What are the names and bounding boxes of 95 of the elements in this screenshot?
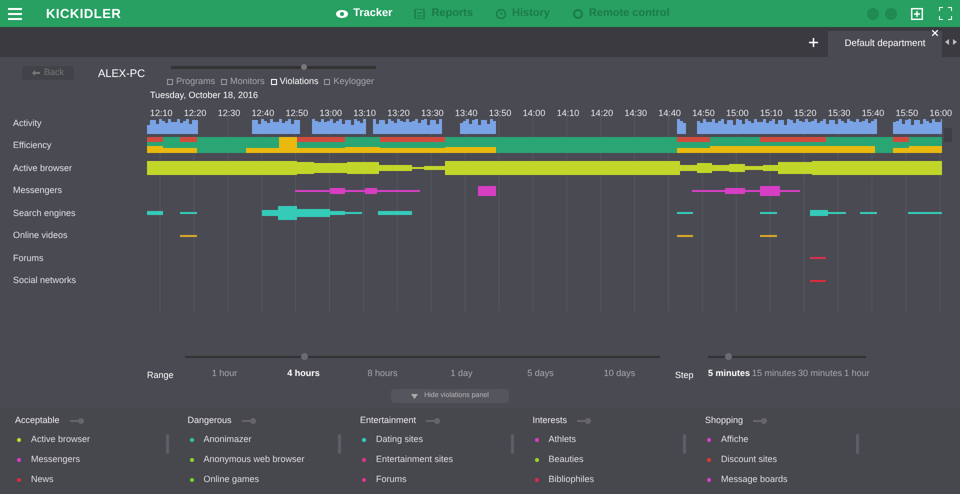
date-label: Tuesday, October 18, 2016 bbox=[150, 90, 260, 100]
time-label: 15:20 bbox=[794, 108, 816, 118]
time-label: 12:50 bbox=[286, 108, 308, 118]
range-label: Range bbox=[147, 370, 174, 380]
view-tab[interactable]: Programs bbox=[167, 75, 216, 88]
time-label: 12:20 bbox=[184, 108, 206, 118]
category-title: Shopping bbox=[705, 414, 744, 428]
step-option[interactable]: 5 minutes bbox=[708, 367, 750, 380]
left-arrow-icon bbox=[32, 70, 40, 76]
time-label: 13:10 bbox=[353, 108, 376, 118]
close-icon bbox=[932, 30, 938, 36]
time-label: 12:40 bbox=[252, 108, 274, 118]
row-label: Forums bbox=[13, 252, 44, 264]
computer-name: ALEX-PC bbox=[98, 67, 146, 82]
row-label: Activity bbox=[13, 116, 42, 130]
time-label: 14:50 bbox=[692, 108, 715, 118]
category-title: Interests bbox=[532, 414, 568, 428]
category-item[interactable]: News bbox=[31, 473, 54, 487]
add-icon bbox=[911, 8, 923, 20]
time-label: 15:00 bbox=[726, 108, 749, 118]
view-icon bbox=[324, 78, 330, 85]
ring-icon bbox=[572, 8, 584, 18]
view-tab[interactable]: Monitors bbox=[221, 75, 265, 88]
menu-button[interactable] bbox=[8, 6, 24, 20]
time-label: 15:10 bbox=[760, 108, 783, 118]
category-item[interactable]: Anonymous web browser bbox=[204, 453, 305, 467]
time-label: 12:10 bbox=[150, 108, 173, 118]
view-tab[interactable]: Violations bbox=[270, 75, 318, 88]
row-label: Active browser bbox=[13, 162, 72, 174]
step-label: Step bbox=[675, 370, 694, 380]
view-icon bbox=[167, 78, 174, 85]
category-item[interactable]: Athlets bbox=[548, 433, 576, 447]
row-label: Online videos bbox=[13, 229, 68, 242]
step-option[interactable]: 30 minutes bbox=[798, 367, 842, 380]
step-option[interactable]: 15 minutes bbox=[752, 367, 796, 380]
category-item[interactable]: Message boards bbox=[721, 473, 788, 487]
slider-thumb[interactable] bbox=[301, 64, 308, 70]
category-item[interactable]: Discount sites bbox=[721, 453, 778, 467]
range-option[interactable]: 8 hours bbox=[343, 367, 422, 380]
time-label: 15:30 bbox=[828, 108, 850, 118]
fullscreen-button[interactable] bbox=[939, 7, 952, 20]
category-item[interactable]: Bibliophiles bbox=[548, 473, 594, 487]
range-option[interactable]: 10 days bbox=[580, 367, 659, 380]
plus-icon bbox=[809, 38, 818, 46]
range-option[interactable]: 1 hour bbox=[185, 367, 264, 380]
down-triangle-icon bbox=[411, 394, 418, 398]
eye-icon bbox=[336, 8, 348, 18]
category-item[interactable]: Anonimazer bbox=[204, 433, 252, 447]
time-label: 13:50 bbox=[488, 108, 512, 118]
category-item[interactable]: Affiche bbox=[721, 433, 748, 447]
time-label: 13:20 bbox=[387, 108, 410, 118]
history-icon bbox=[495, 8, 507, 18]
category-item[interactable]: Active browser bbox=[31, 433, 90, 447]
add-tab-button[interactable] bbox=[809, 38, 818, 46]
category-title: Dangerous bbox=[188, 414, 232, 428]
category-item[interactable]: Dating sites bbox=[376, 433, 424, 447]
range-option[interactable]: 4 hours bbox=[264, 367, 343, 380]
time-label: 15:50 bbox=[896, 108, 918, 118]
category-item[interactable]: Entertainment sites bbox=[376, 453, 454, 467]
step-option[interactable]: 1 hour bbox=[844, 367, 870, 380]
category-item[interactable]: Online games bbox=[204, 473, 260, 487]
department-tab[interactable]: Default department bbox=[828, 31, 942, 57]
time-label: 14:10 bbox=[556, 108, 580, 118]
time-label: 13:40 bbox=[455, 108, 478, 118]
fullscreen-icon bbox=[939, 7, 952, 20]
view-tab[interactable]: Keylogger bbox=[324, 75, 374, 88]
menu-icon bbox=[8, 8, 22, 20]
logo: KICKIDLER bbox=[46, 4, 122, 23]
time-label: 16:00 bbox=[929, 108, 952, 118]
time-label: 15:40 bbox=[862, 108, 884, 118]
time-label: 13:00 bbox=[319, 108, 342, 118]
range-option[interactable]: 5 days bbox=[501, 367, 580, 380]
time-label: 14:30 bbox=[624, 108, 647, 118]
time-label: 14:40 bbox=[658, 108, 681, 118]
category-title: Acceptable bbox=[15, 414, 60, 428]
row-label: Efficiency bbox=[13, 139, 52, 152]
document-icon bbox=[414, 8, 426, 18]
row-label: Social networks bbox=[13, 274, 76, 287]
range-option[interactable]: 1 day bbox=[422, 367, 501, 380]
category-item[interactable]: Messengers bbox=[31, 453, 80, 467]
add-window-button[interactable] bbox=[911, 8, 923, 20]
time-label: 13:30 bbox=[421, 108, 444, 118]
category-title: Entertainment bbox=[360, 414, 416, 428]
view-icon bbox=[270, 78, 277, 85]
slider-thumb[interactable] bbox=[300, 353, 308, 360]
category-item[interactable]: Forums bbox=[376, 473, 407, 487]
scroll-arrows-icon bbox=[945, 39, 957, 45]
time-label: 14:20 bbox=[590, 108, 614, 118]
view-icon bbox=[221, 78, 228, 85]
time-label: 12:30 bbox=[218, 108, 240, 118]
time-label: 14:00 bbox=[522, 108, 546, 118]
row-label: Messengers bbox=[13, 184, 62, 197]
row-label: Search engines bbox=[13, 206, 76, 220]
category-item[interactable]: Beauties bbox=[548, 453, 584, 467]
slider-thumb[interactable] bbox=[725, 353, 732, 360]
